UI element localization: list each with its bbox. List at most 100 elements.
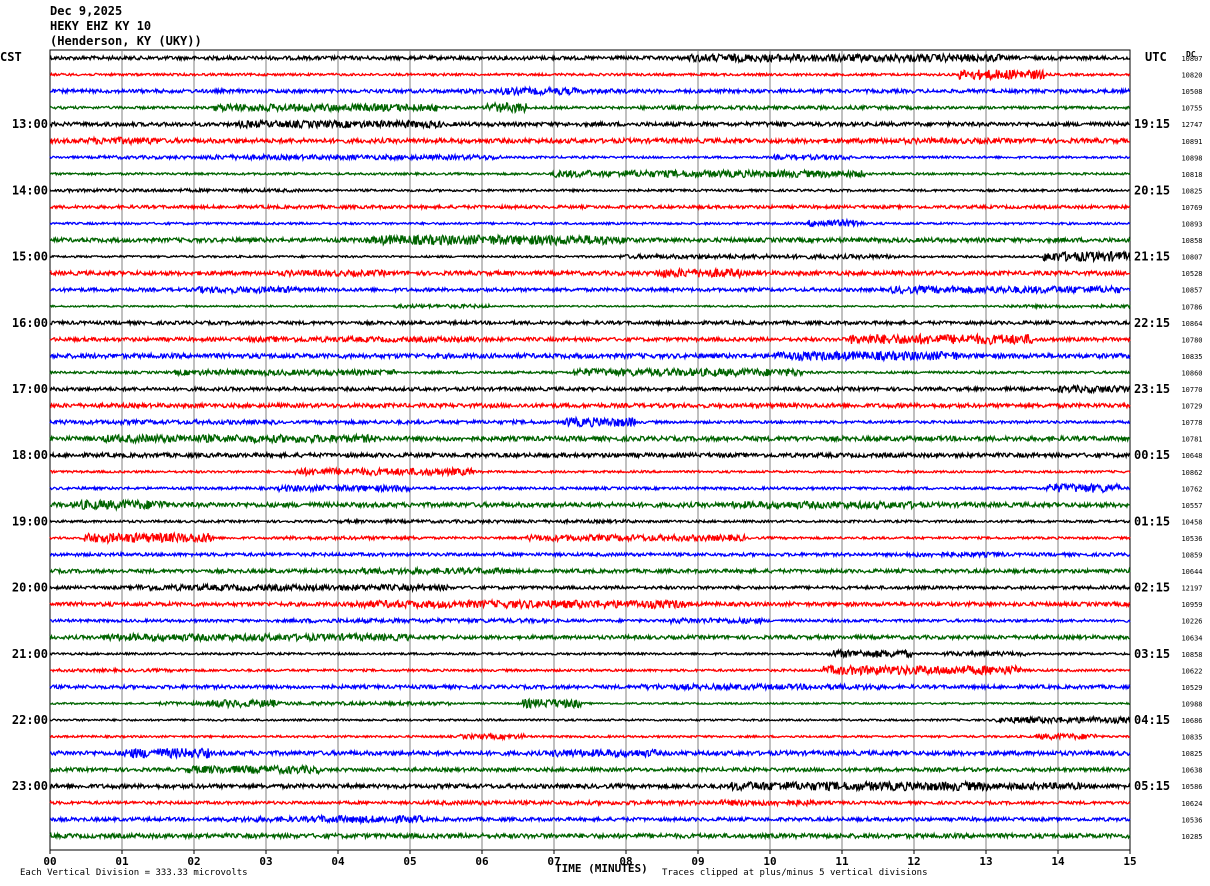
x-tick-label: 05 <box>403 855 416 868</box>
dc-offset-label: 10644 <box>1181 568 1202 576</box>
right-hour-label: 00:15 <box>1134 448 1170 462</box>
left-hour-label: 20:00 <box>12 581 48 595</box>
dc-offset-label: 10458 <box>1181 518 1202 526</box>
trace-line <box>49 498 1131 512</box>
trace-line <box>49 747 1131 761</box>
right-hour-label: 03:15 <box>1134 647 1170 661</box>
trace-line <box>49 85 1131 97</box>
x-tick-label: 13 <box>979 855 992 868</box>
dc-offset-label: 10780 <box>1181 336 1202 344</box>
dc-offset-label: 10762 <box>1181 485 1202 493</box>
left-hour-label: 23:00 <box>12 779 48 793</box>
trace-line <box>49 350 1131 363</box>
left-hour-label: 15:00 <box>12 250 48 264</box>
trace-line <box>49 249 1131 264</box>
dc-offset-label: 10893 <box>1181 221 1202 229</box>
dc-offset-label: 10536 <box>1181 816 1202 824</box>
trace-line <box>49 432 1131 446</box>
dc-offset-label: 10835 <box>1181 353 1202 361</box>
trace-line <box>49 831 1131 841</box>
trace-line <box>49 631 1131 644</box>
x-tick-label: 02 <box>187 855 200 868</box>
right-hour-label: 02:15 <box>1134 581 1170 595</box>
trace-line <box>49 383 1131 395</box>
trace-line <box>49 763 1131 776</box>
right-hour-label: 01:15 <box>1134 514 1170 528</box>
dc-offset-label: 10858 <box>1181 237 1202 245</box>
trace-line <box>49 401 1131 410</box>
trace-line <box>49 318 1131 328</box>
dc-offset-label: 10891 <box>1181 138 1202 146</box>
dc-offset-label: 10586 <box>1181 783 1202 791</box>
right-hour-label: 22:15 <box>1134 316 1170 330</box>
dc-offset-label: 10686 <box>1181 717 1202 725</box>
trace-line <box>49 118 1131 130</box>
trace-line <box>49 283 1131 296</box>
right-hour-label: 21:15 <box>1134 250 1170 264</box>
trace-line <box>49 565 1131 577</box>
dc-offset-label: 10634 <box>1181 634 1202 642</box>
dc-offset-label: 10755 <box>1181 105 1202 113</box>
dc-offset-label: 10557 <box>1181 502 1202 510</box>
dc-offset-label: 10864 <box>1181 320 1202 328</box>
dc-offset-label: 10859 <box>1181 552 1202 560</box>
trace-line <box>49 202 1131 212</box>
dc-offset-label: 10825 <box>1181 187 1202 195</box>
dc-offset-label: 12197 <box>1181 585 1202 593</box>
plot-frame <box>49 49 1131 851</box>
trace-line <box>49 51 1131 65</box>
left-hour-label: 19:00 <box>12 514 48 528</box>
trace-line <box>49 186 1131 195</box>
dc-offset-label: 10648 <box>1181 452 1202 460</box>
right-hour-label: 04:15 <box>1134 713 1170 727</box>
trace-line <box>49 266 1131 280</box>
dc-offset-label: 10226 <box>1181 618 1202 626</box>
trace-line <box>49 233 1131 247</box>
helicorder-plot: 00 01 02 03 04 05 06 07 08 09 10 11 12 13 14 1510807108… <box>12 49 1203 868</box>
dc-offset-label: 10898 <box>1181 154 1202 162</box>
trace-line <box>49 582 1131 594</box>
dc-offset-label: 12747 <box>1181 121 1202 129</box>
trace-line <box>49 366 1131 379</box>
trace-line <box>49 663 1131 677</box>
dc-offset-label: 10638 <box>1181 767 1202 775</box>
dc-offset-label: 10862 <box>1181 469 1202 477</box>
x-tick-label: 12 <box>907 855 920 868</box>
dc-offset-label: 10624 <box>1181 800 1202 808</box>
trace-layer <box>49 51 1131 841</box>
dc-offset-label: 10857 <box>1181 287 1202 295</box>
left-hour-label: 13:00 <box>12 117 48 131</box>
trace-line <box>49 450 1131 460</box>
trace-line <box>49 731 1131 742</box>
dc-offset-label: 10807 <box>1181 55 1202 63</box>
trace-line <box>49 550 1131 559</box>
right-hour-label: 05:15 <box>1134 779 1170 793</box>
x-tick-label: 10 <box>763 855 776 868</box>
trace-line <box>49 517 1131 526</box>
dc-offset-label: 10820 <box>1181 72 1202 80</box>
trace-line <box>49 302 1131 311</box>
dc-offset-label: 10858 <box>1181 651 1202 659</box>
x-tick-label: 14 <box>1051 855 1065 868</box>
dc-offset-label: 10770 <box>1181 386 1202 394</box>
dc-offset-label: 10729 <box>1181 403 1202 411</box>
trace-line <box>49 68 1131 82</box>
dc-offset-label: 10769 <box>1181 204 1202 212</box>
dc-offset-label: 10528 <box>1181 270 1202 278</box>
dc-offset-label: 10536 <box>1181 535 1202 543</box>
x-axis-title: TIME (MINUTES) <box>555 862 648 875</box>
trace-line <box>49 597 1131 611</box>
trace-line <box>50 465 1131 478</box>
trace-line <box>49 332 1131 346</box>
trace-line <box>49 101 1131 115</box>
right-hour-label: 19:15 <box>1134 117 1170 131</box>
dc-offset-label: 10835 <box>1181 734 1202 742</box>
x-tick-label: 06 <box>475 855 489 868</box>
x-tick-label: 15 <box>1123 855 1136 868</box>
left-hour-label: 22:00 <box>12 713 48 727</box>
left-hour-label: 16:00 <box>12 316 48 330</box>
trace-line <box>49 615 1131 626</box>
trace-line <box>49 697 1131 710</box>
dc-offset-label: 10959 <box>1181 601 1202 609</box>
left-hour-label: 18:00 <box>12 448 48 462</box>
